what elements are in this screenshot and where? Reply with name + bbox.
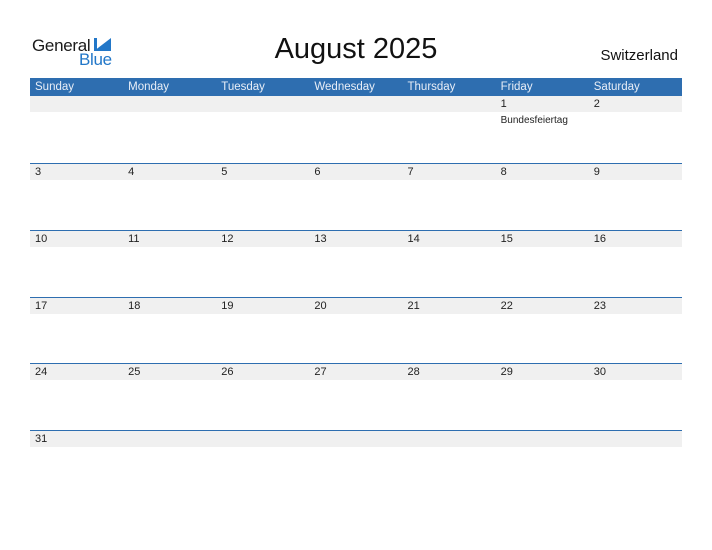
day-number: 24 [35, 366, 48, 378]
day-number: 4 [128, 166, 135, 178]
day-cell: 29 [496, 364, 589, 380]
weekday-tuesday: Tuesday [221, 81, 265, 93]
date-strip: 1 Bundesfeiertag 2 [30, 96, 682, 126]
date-strip: 31 [30, 431, 682, 447]
week-row: 17 18 19 20 21 22 23 [30, 297, 682, 314]
week-row: 24 25 26 27 28 29 30 [30, 363, 682, 380]
weekday-wednesday: Wednesday [314, 81, 375, 93]
day-cell: 31 [30, 431, 123, 447]
date-strip: 17 18 19 20 21 22 23 [30, 298, 682, 314]
day-cell: 26 [216, 364, 309, 380]
day-cell: 25 [123, 364, 216, 380]
day-number: 27 [314, 366, 327, 378]
day-cell [309, 96, 402, 112]
day-number: 19 [221, 300, 234, 312]
day-cell: 28 [403, 364, 496, 380]
day-cell: 17 [30, 298, 123, 314]
day-cell: 11 [123, 231, 216, 247]
holiday-label: Bundesfeiertag [500, 115, 568, 126]
day-number: 15 [500, 233, 513, 245]
day-cell: 13 [309, 231, 402, 247]
week-row: 3 4 5 6 7 8 9 [30, 163, 682, 180]
day-number: 5 [221, 166, 228, 178]
date-strip: 24 25 26 27 28 29 30 [30, 364, 682, 380]
day-number: 13 [314, 233, 327, 245]
day-cell: 21 [403, 298, 496, 314]
day-cell: 23 [589, 298, 682, 314]
country-label: Switzerland [600, 47, 678, 64]
day-cell: 15 [496, 231, 589, 247]
week-row: 1 Bundesfeiertag 2 [30, 96, 682, 126]
day-cell: 5 [216, 164, 309, 180]
day-cell: 24 [30, 364, 123, 380]
day-number: 18 [128, 300, 141, 312]
day-cell [123, 431, 216, 447]
day-cell: 12 [216, 231, 309, 247]
date-strip: 10 11 12 13 14 15 16 [30, 231, 682, 247]
weekday-monday: Monday [128, 81, 170, 93]
day-cell: 30 [589, 364, 682, 380]
day-number: 7 [407, 166, 414, 178]
day-number: 1 [500, 98, 507, 110]
weekday-sunday: Sunday [35, 81, 75, 93]
day-cell [216, 96, 309, 112]
day-cell [589, 431, 682, 447]
day-number: 26 [221, 366, 234, 378]
day-cell [403, 431, 496, 447]
day-cell: 8 [496, 164, 589, 180]
day-cell: 2 [589, 96, 682, 112]
day-cell: 1 Bundesfeiertag [496, 96, 589, 126]
day-number: 2 [593, 98, 600, 110]
day-number: 3 [35, 166, 42, 178]
weekday-friday: Friday [500, 81, 533, 93]
day-cell: 10 [30, 231, 123, 247]
day-cell [496, 431, 589, 447]
day-cell: 14 [403, 231, 496, 247]
day-number: 28 [407, 366, 420, 378]
day-number: 31 [35, 433, 48, 445]
weekday-saturday: Saturday [593, 81, 640, 93]
day-number: 20 [314, 300, 327, 312]
day-cell: 22 [496, 298, 589, 314]
weekday-header: Sunday Monday Tuesday Wednesday Thursday… [30, 78, 682, 96]
day-cell: 19 [216, 298, 309, 314]
week-row: 10 11 12 13 14 15 16 [30, 230, 682, 247]
day-cell: 4 [123, 164, 216, 180]
day-number: 14 [407, 233, 420, 245]
day-number: 30 [593, 366, 606, 378]
day-number: 10 [35, 233, 48, 245]
day-cell: 7 [403, 164, 496, 180]
day-number: 6 [314, 166, 321, 178]
day-number: 8 [500, 166, 507, 178]
day-cell: 20 [309, 298, 402, 314]
day-number: 25 [128, 366, 141, 378]
day-cell [309, 431, 402, 447]
day-cell [403, 96, 496, 112]
day-number: 21 [407, 300, 420, 312]
day-number: 12 [221, 233, 234, 245]
day-cell [123, 96, 216, 112]
day-number: 23 [593, 300, 606, 312]
day-number: 11 [128, 233, 140, 245]
day-number: 16 [593, 233, 606, 245]
day-cell: 3 [30, 164, 123, 180]
day-number: 9 [593, 166, 600, 178]
day-cell: 6 [309, 164, 402, 180]
day-cell: 27 [309, 364, 402, 380]
date-strip: 3 4 5 6 7 8 9 [30, 164, 682, 180]
day-number: 22 [500, 300, 513, 312]
weekday-thursday: Thursday [407, 81, 456, 93]
day-cell [30, 96, 123, 112]
day-number: 17 [35, 300, 48, 312]
day-cell: 18 [123, 298, 216, 314]
day-cell: 16 [589, 231, 682, 247]
day-number: 29 [500, 366, 513, 378]
day-cell: 9 [589, 164, 682, 180]
day-cell [216, 431, 309, 447]
week-row: 31 [30, 430, 682, 447]
